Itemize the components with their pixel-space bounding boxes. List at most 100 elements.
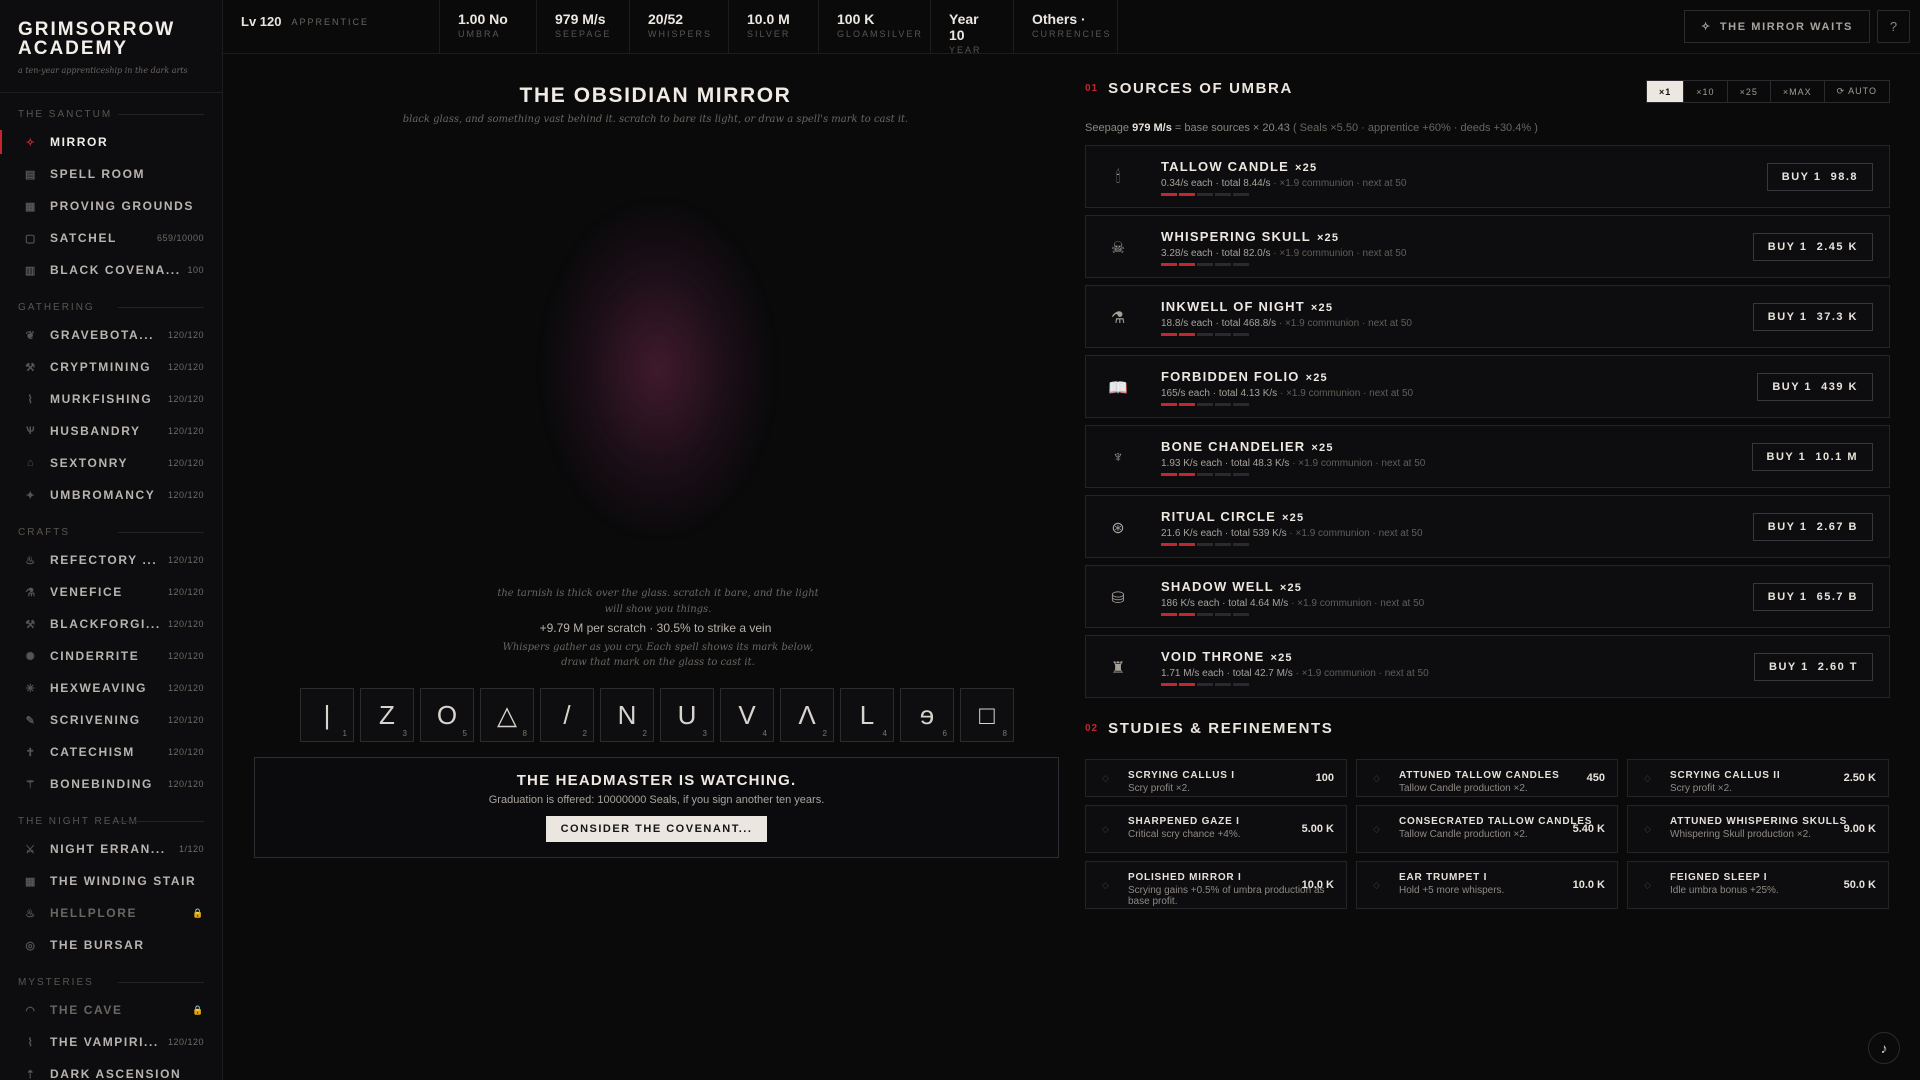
sidebar-item-mirror[interactable]: ✧ MIRROR (0, 126, 222, 158)
sidebar-item-the-winding-stair[interactable]: ▦ THE WINDING STAIR (0, 865, 222, 897)
candle-icon: 🕯 (1115, 169, 1121, 186)
sidebar-item-scrivening[interactable]: ✎ SCRIVENING 120/120 (0, 704, 222, 736)
spell-rune-button[interactable]: V4 (720, 688, 774, 742)
studies-grid: ◇ SCRYING CALLUS I Scry profit ×2. 100 ◇ ATTU… (1085, 759, 1890, 909)
stat-value: Year 10 (949, 11, 979, 43)
source-card: 🕯 TALLOW CANDLE ×25 0.34/s each · total 8.4… (1085, 145, 1890, 208)
buy-source-button[interactable]: BUY 1 10.1 M (1751, 443, 1873, 471)
quill-icon: ✎ (25, 714, 37, 727)
sidebar-item-hellplore[interactable]: ♨ HELLPLORE 🔒 (0, 897, 222, 929)
spell-rune-button[interactable]: /2 (540, 688, 594, 742)
study-desc: Tallow Candle production ×2. (1399, 783, 1528, 794)
study-card[interactable]: ◇ SHARPENED GAZE I Critical scry chance +4… (1085, 805, 1347, 853)
sidebar-item-label: DARK ASCENSION (50, 1067, 182, 1080)
study-price: 9.00 K (1843, 823, 1876, 835)
study-icon: ◇ (1102, 773, 1109, 783)
sidebar-item-label: BLACK COVENA... (50, 263, 181, 277)
mirror-panel: THE OBSIDIAN MIRROR black glass, and som… (223, 54, 1088, 1080)
study-icon: ◇ (1644, 824, 1651, 834)
source-name-text: INKWELL OF NIGHT (1161, 299, 1305, 314)
sidebar-item-gravebota[interactable]: ❦ GRAVEBOTA... 120/120 (0, 319, 222, 351)
sidebar-item-spell-room[interactable]: ▤ SPELL ROOM (0, 158, 222, 190)
sidebar-item-label: SATCHEL (50, 231, 117, 245)
spell-rune-button[interactable]: ɘ6 (900, 688, 954, 742)
source-name: VOID THRONE ×25 (1161, 649, 1293, 664)
sidebar-item-satchel[interactable]: ▢ SATCHEL 659/10000 (0, 222, 222, 254)
sidebar-item-refectory[interactable]: ♨ REFECTORY ... 120/120 (0, 544, 222, 576)
sidebar-item-the-cave[interactable]: ◠ THE CAVE 🔒 (0, 994, 222, 1026)
sidebar-item-the-vampiri[interactable]: ⌇ THE VAMPIRI... 120/120 (0, 1026, 222, 1058)
spell-rune-button[interactable]: N2 (600, 688, 654, 742)
multiplier-button[interactable]: ⟳ AUTO (1823, 80, 1890, 103)
spell-rune-button[interactable]: L4 (840, 688, 894, 742)
spell-rune-button[interactable]: U3 (660, 688, 714, 742)
source-name-text: BONE CHANDELIER (1161, 439, 1306, 454)
multiplier-button[interactable]: ×10 (1683, 80, 1728, 103)
buy-source-button[interactable]: BUY 1 2.67 B (1752, 513, 1873, 541)
sidebar-item-cryptmining[interactable]: ⚒ CRYPTMINING 120/120 (0, 351, 222, 383)
study-card[interactable]: ◇ FEIGNED SLEEP I Idle umbra bonus +25%. 50… (1627, 861, 1889, 909)
buy-source-button[interactable]: BUY 1 98.8 (1766, 163, 1873, 191)
sidebar-item-label: MURKFISHING (50, 392, 153, 406)
sidebar-item-catechism[interactable]: ✝ CATECHISM 120/120 (0, 736, 222, 768)
stat-currencies[interactable]: Others · CURRENCIES (1014, 0, 1118, 53)
multiplier-button[interactable]: ×25 (1726, 80, 1771, 103)
sidebar-item-cinderrite[interactable]: ✺ CINDERRITE 120/120 (0, 640, 222, 672)
stat-whispers: 20/52 WHISPERS (630, 0, 729, 53)
sidebar-item-the-bursar[interactable]: ◎ THE BURSAR (0, 929, 222, 961)
buy-source-button[interactable]: BUY 1 37.3 K (1752, 303, 1873, 331)
sidebar-item-hexweaving[interactable]: ✳ HEXWEAVING 120/120 (0, 672, 222, 704)
sidebar-item-blackforgi[interactable]: ⚒ BLACKFORGI... 120/120 (0, 608, 222, 640)
spell-rune-button[interactable]: Z3 (360, 688, 414, 742)
sidebar-item-count: 120/120 (167, 330, 204, 340)
multiplier-button[interactable]: ×1 (1646, 80, 1685, 103)
study-card[interactable]: ◇ EAR TRUMPET I Hold +5 more whispers. 10.0… (1356, 861, 1618, 909)
study-card[interactable]: ◇ SCRYING CALLUS I Scry profit ×2. 100 (1085, 759, 1347, 797)
sidebar-item-label: CATECHISM (50, 745, 135, 759)
sidebar-item-dark-ascension[interactable]: ⇡ DARK ASCENSION (0, 1058, 222, 1080)
spell-rune-button[interactable]: □ 8 (960, 688, 1014, 742)
sidebar-item-umbromancy[interactable]: ✦ UMBROMANCY 120/120 (0, 479, 222, 511)
source-card: ⚗ INKWELL OF NIGHT ×25 18.8/s each · total … (1085, 285, 1890, 348)
sidebar-item-night-erran[interactable]: ⚔ NIGHT ERRAN... 1/120 (0, 833, 222, 865)
sidebar-item-murkfishing[interactable]: ⌇ MURKFISHING 120/120 (0, 383, 222, 415)
rune-cost: 3 (702, 729, 707, 738)
horns-icon: Ѱ (25, 425, 37, 437)
study-card[interactable]: ◇ ATTUNED WHISPERING SKULLS Whispering Sku… (1627, 805, 1889, 853)
help-icon[interactable]: ? (1877, 10, 1910, 43)
sidebar-item-sextonry[interactable]: ⌂ SEXTONRY 120/120 (0, 447, 222, 479)
source-card: ⊛ RITUAL CIRCLE ×25 21.6 K/s each · total 5… (1085, 495, 1890, 558)
source-extra: · ×1.9 communion · next at 50 (1273, 248, 1407, 259)
study-card[interactable]: ◇ POLISHED MIRROR I Scrying gains +0.5% of… (1085, 861, 1347, 909)
studies-header: 02 STUDIES & REFINEMENTS (1085, 720, 1333, 737)
study-card[interactable]: ◇ ATTUNED TALLOW CANDLES Tallow Candle pro… (1356, 759, 1618, 797)
coin-icon: ◎ (25, 939, 37, 952)
mirror-waits-button[interactable]: ✧ THE MIRROR WAITS (1684, 10, 1870, 43)
sidebar-item-count: 120/120 (167, 555, 204, 565)
grave-icon: ⌂ (26, 457, 36, 469)
sidebar-item-venefice[interactable]: ⚗ VENEFICE 120/120 (0, 576, 222, 608)
sidebar-item-black-covena[interactable]: ▥ BLACK COVENA... 100 (0, 254, 222, 286)
sidebar-section-title: CRAFTS (18, 511, 204, 544)
spell-rune-button[interactable]: | 1 (300, 688, 354, 742)
buy-source-button[interactable]: BUY 1 439 K (1757, 373, 1873, 401)
spell-rune-button[interactable]: O5 (420, 688, 474, 742)
spell-rune-button[interactable]: △ 8 (480, 688, 534, 742)
buy-source-button[interactable]: BUY 1 2.60 T (1754, 653, 1873, 681)
consider-covenant-button[interactable]: CONSIDER THE COVENANT... (545, 816, 768, 842)
multiplier-button[interactable]: ×MAX (1769, 80, 1825, 103)
sidebar-item-bonebinding[interactable]: ⚚ BONEBINDING 120/120 (0, 768, 222, 800)
top-bar: Lv 120 APPRENTICE 1.00 No UMBRA 979 M/s SEE… (223, 0, 1920, 55)
spell-rune-button[interactable]: Λ2 (780, 688, 834, 742)
stat-value: Others · (1032, 11, 1086, 27)
study-card[interactable]: ◇ SCRYING CALLUS II Scry profit ×2. 2.50 K (1627, 759, 1889, 797)
nav-list: THE SANCTUM ✧ MIRROR ▤ SPELL ROOM ▦ PROVING GR… (0, 93, 222, 1080)
buy-source-button[interactable]: BUY 1 65.7 B (1752, 583, 1873, 611)
sidebar-item-count: 120/120 (167, 715, 204, 725)
buy-source-button[interactable]: BUY 1 2.45 K (1752, 233, 1873, 261)
music-note-icon[interactable]: ♪ (1868, 1032, 1900, 1064)
sidebar-item-husbandry[interactable]: Ѱ HUSBANDRY 120/120 (0, 415, 222, 447)
sidebar-item-proving-grounds[interactable]: ▦ PROVING GROUNDS (0, 190, 222, 222)
obsidian-glass[interactable] (545, 204, 771, 534)
study-card[interactable]: ◇ CONSECRATED TALLOW CANDLES Tallow Candle… (1356, 805, 1618, 853)
